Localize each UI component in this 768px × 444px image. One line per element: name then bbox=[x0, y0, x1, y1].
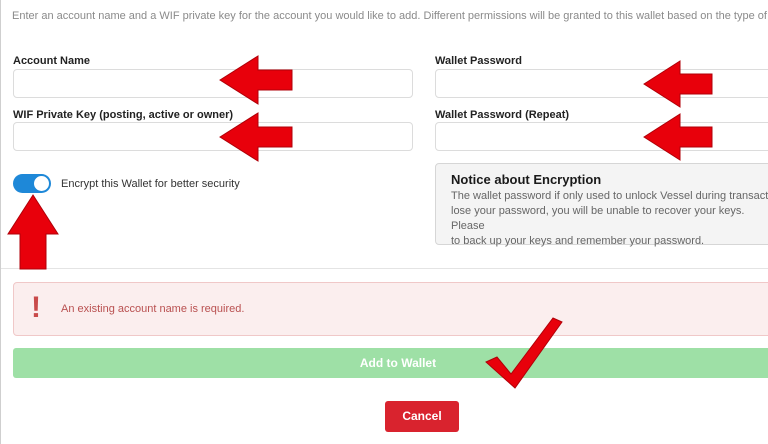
wallet-password-input[interactable] bbox=[435, 69, 768, 98]
add-to-wallet-button[interactable]: Add to Wallet bbox=[13, 348, 768, 378]
notice-line: lose your password, you will be unable t… bbox=[451, 205, 745, 232]
divider bbox=[1, 268, 768, 269]
account-name-input[interactable] bbox=[13, 69, 413, 98]
notice-line: to back up your keys and remember your p… bbox=[451, 235, 705, 247]
encrypt-wallet-toggle[interactable] bbox=[13, 174, 51, 193]
account-name-label: Account Name bbox=[13, 55, 91, 67]
wif-private-key-label: WIF Private Key (posting, active or owne… bbox=[13, 109, 234, 121]
encryption-notice: Notice about Encryption The wallet passw… bbox=[435, 163, 768, 247]
notice-title: Notice about Encryption bbox=[451, 172, 602, 187]
wif-private-key-input[interactable] bbox=[13, 122, 413, 151]
notice-body: The wallet password if only used to unlo… bbox=[451, 189, 768, 249]
wallet-password-label: Wallet Password bbox=[435, 55, 523, 67]
wallet-password-repeat-label: Wallet Password (Repeat) bbox=[435, 109, 570, 121]
exclamation-icon: ! bbox=[31, 291, 41, 324]
wallet-password-repeat-input[interactable] bbox=[435, 122, 768, 151]
notice-line: The wallet password if only used to unlo… bbox=[451, 190, 768, 202]
encrypt-wallet-label: Encrypt this Wallet for better security bbox=[61, 178, 240, 190]
intro-text: Enter an account name and a WIF private … bbox=[12, 10, 768, 22]
cancel-button[interactable]: Cancel bbox=[385, 401, 459, 432]
toggle-knob bbox=[34, 176, 49, 191]
alert-message: An existing account name is required. bbox=[61, 303, 245, 315]
add-account-form: Enter an account name and a WIF private … bbox=[0, 0, 768, 444]
error-alert: ! An existing account name is required. bbox=[13, 282, 768, 336]
